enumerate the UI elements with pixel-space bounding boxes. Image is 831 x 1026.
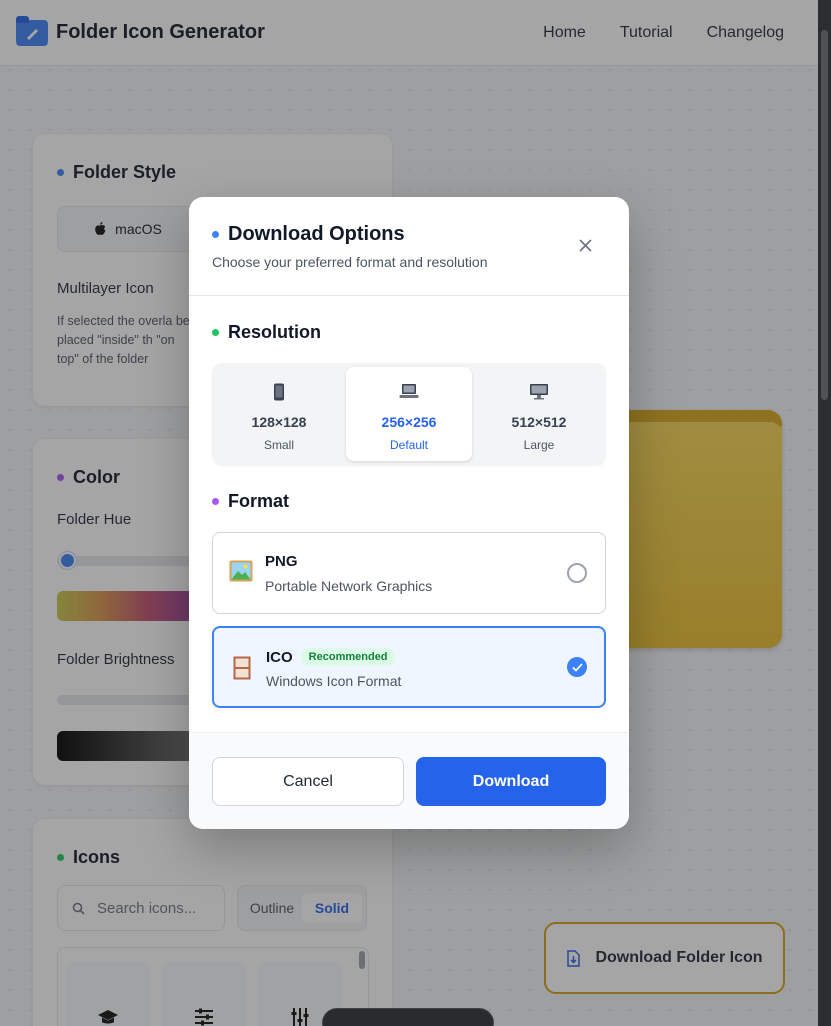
window-icon: [233, 656, 251, 680]
resolution-label: Small: [263, 438, 294, 452]
download-options-modal: Download Options Choose your preferred f…: [189, 197, 629, 829]
modal-title: Download Options: [228, 223, 405, 245]
png-radio[interactable]: [567, 563, 587, 583]
resolution-value: 512×512: [511, 414, 567, 430]
resolution-title: Resolution: [228, 322, 321, 342]
modal-footer: Cancel Download: [189, 732, 629, 829]
resolution-value: 128×128: [251, 414, 307, 430]
modal-header: Download Options Choose your preferred f…: [189, 197, 629, 296]
resolution-option-128[interactable]: 128×128 Small: [216, 367, 342, 461]
resolution-option-256[interactable]: 256×256 Default: [346, 367, 472, 461]
ico-radio[interactable]: [567, 657, 587, 677]
close-button[interactable]: [575, 235, 595, 255]
check-icon: [571, 662, 583, 672]
resolution-label: Large: [523, 438, 555, 452]
mobile-icon: [274, 383, 284, 401]
desktop-icon: [530, 384, 548, 400]
resolution-value: 256×256: [381, 414, 437, 430]
download-button[interactable]: Download: [416, 757, 606, 806]
close-icon: [578, 238, 592, 252]
format-description: Windows Icon Format: [266, 673, 402, 689]
format-description: Portable Network Graphics: [265, 578, 433, 594]
resolution-label: Default: [389, 438, 429, 452]
format-option-ico[interactable]: ICO Recommended Windows Icon Format: [212, 626, 606, 708]
laptop-icon: [399, 384, 419, 398]
section-dot: [212, 498, 219, 505]
format-name: ICO: [266, 648, 293, 666]
section-dot: [212, 231, 219, 238]
recommended-badge: Recommended: [300, 648, 396, 666]
cancel-button[interactable]: Cancel: [212, 757, 404, 806]
resolution-group: 128×128 Small 256×256 Default 512×512 La…: [212, 363, 606, 465]
modal-subtitle: Choose your preferred format and resolut…: [212, 254, 488, 270]
picture-icon: [229, 560, 253, 582]
format-option-png[interactable]: PNG Portable Network Graphics: [212, 532, 606, 614]
section-dot: [212, 329, 219, 336]
format-title: Format: [228, 491, 290, 511]
resolution-option-512[interactable]: 512×512 Large: [476, 367, 602, 461]
format-name: PNG: [265, 553, 298, 570]
